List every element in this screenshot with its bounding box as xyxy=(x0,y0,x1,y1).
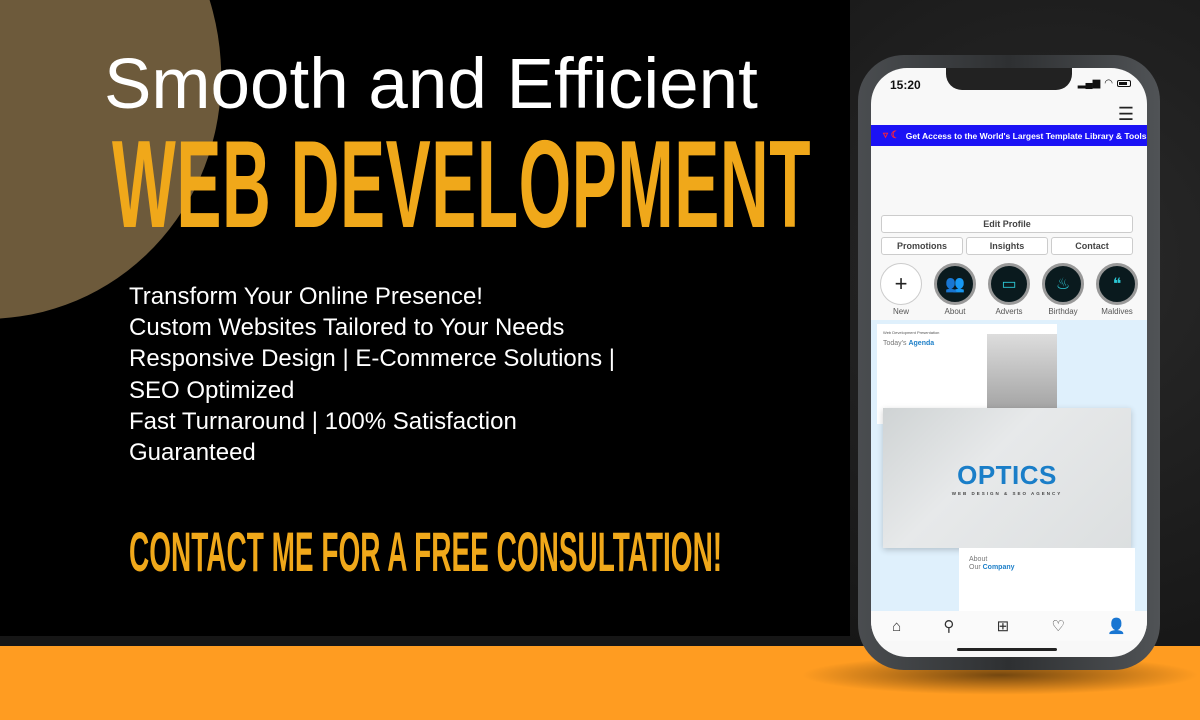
highlight-birthday[interactable]: ♨ Birthday xyxy=(1041,263,1085,316)
status-icons: ▂▄▆ ◠ xyxy=(1078,78,1131,89)
contact-button[interactable]: Contact xyxy=(1051,237,1133,255)
feature-list: Transform Your Online Presence! Custom W… xyxy=(129,281,615,468)
highlight-label: Adverts xyxy=(995,307,1023,316)
feature-line: Transform Your Online Presence! xyxy=(129,283,483,310)
status-time: 15:20 xyxy=(890,78,921,92)
add-post-icon[interactable]: ⊞ xyxy=(997,617,1010,635)
banner-text: Get Access to the World's Largest Templa… xyxy=(905,130,1147,141)
heart-icon[interactable]: ♡ xyxy=(1051,617,1064,635)
quote-icon: ❝ xyxy=(1096,263,1138,305)
plus-icon: + xyxy=(880,263,922,305)
phone-screen: 15:20 ▂▄▆ ◠ ☰ ▿ ☾ Get Access to the Worl… xyxy=(871,68,1147,657)
headline-line1: Smooth and Efficient xyxy=(104,45,758,124)
highlight-maldives[interactable]: ❝ Maldives xyxy=(1095,263,1139,316)
phone-mockup: 15:20 ▂▄▆ ◠ ☰ ▿ ☾ Get Access to the Worl… xyxy=(858,55,1160,670)
about-text: About xyxy=(969,556,988,563)
call-to-action: CONTACT ME FOR A FREE CONSULTATION! xyxy=(129,520,723,583)
hamburger-menu-icon[interactable]: ☰ xyxy=(1118,104,1134,125)
highlight-adverts[interactable]: ▭ Adverts xyxy=(987,263,1031,316)
highlight-label: About xyxy=(944,307,966,316)
highlight-new[interactable]: + New xyxy=(879,263,923,316)
home-icon[interactable]: ⌂ xyxy=(892,618,901,635)
battery-icon xyxy=(1117,80,1131,87)
search-icon[interactable]: ⚲ xyxy=(943,617,954,635)
highlight-label: Maldives xyxy=(1101,307,1133,316)
insights-button[interactable]: Insights xyxy=(966,237,1048,255)
feature-line: Responsive Design | E-Commerce Solutions… xyxy=(129,345,615,373)
feature-line: Guaranteed xyxy=(129,439,256,467)
brand-name: OPTICS xyxy=(957,460,1057,490)
brand-subtitle: WEB DESIGN & SEO AGENCY xyxy=(951,491,1063,496)
cake-icon: ♨ xyxy=(1042,263,1084,305)
brand-logo-icon: ▿ ☾ xyxy=(883,130,900,141)
feature-line: Custom Websites Tailored to Your Needs xyxy=(129,314,565,342)
headline-line2: WEB DEVELOPMENT xyxy=(112,116,812,254)
wifi-icon: ◠ xyxy=(1104,78,1113,89)
users-icon: 👥 xyxy=(934,263,976,305)
highlight-label: New xyxy=(892,307,909,316)
promotions-button[interactable]: Promotions xyxy=(881,237,963,255)
phone-notch xyxy=(946,68,1072,90)
highlight-label: Birthday xyxy=(1048,307,1078,316)
home-indicator xyxy=(957,648,1057,651)
about-text: Our Company xyxy=(969,564,1015,571)
highlight-about[interactable]: 👥 About xyxy=(933,263,977,316)
feature-line: SEO Optimized xyxy=(129,376,295,404)
feature-line: Fast Turnaround | 100% Satisfaction xyxy=(129,407,517,435)
optics-slide: OPTICS WEB DESIGN & SEO AGENCY xyxy=(883,408,1131,548)
signal-icon: ▂▄▆ xyxy=(1077,78,1101,89)
post-image[interactable]: Web Development Presentation Today's Age… xyxy=(871,320,1147,618)
profile-icon[interactable]: 👤 xyxy=(1107,617,1126,635)
monitor-icon: ▭ xyxy=(988,263,1030,305)
promo-banner[interactable]: ▿ ☾ Get Access to the World's Largest Te… xyxy=(871,125,1147,146)
edit-profile-button[interactable]: Edit Profile xyxy=(881,215,1133,233)
tab-bar: ⌂ ⚲ ⊞ ♡ 👤 xyxy=(871,611,1147,641)
about-slide: About Our Company xyxy=(959,548,1135,618)
